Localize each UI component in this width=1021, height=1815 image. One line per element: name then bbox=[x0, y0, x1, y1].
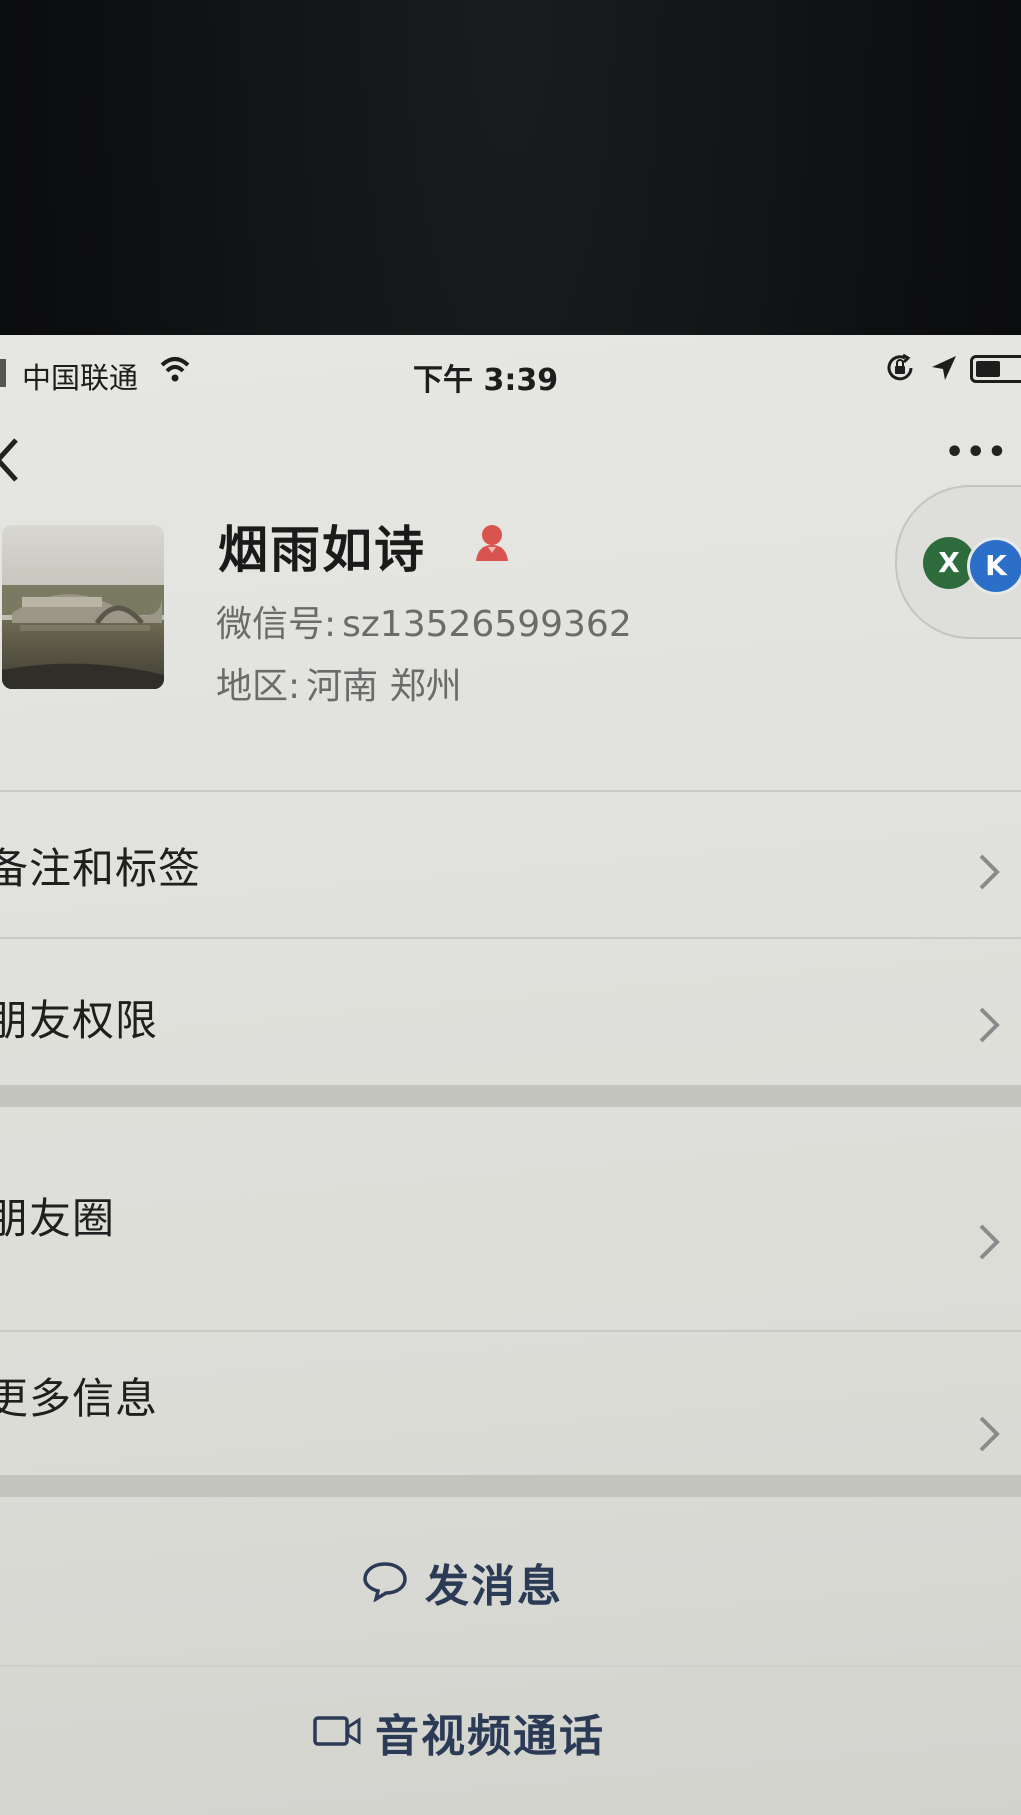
back-chevron-icon[interactable] bbox=[0, 430, 30, 490]
chip-k-icon: K bbox=[967, 537, 1021, 595]
chevron-right-icon bbox=[979, 854, 1000, 890]
divider bbox=[0, 1330, 1021, 1332]
section-gap bbox=[0, 1085, 1021, 1107]
wechat-id-label: 微信号: bbox=[216, 604, 337, 645]
chevron-right-icon bbox=[979, 1007, 1000, 1043]
region-line: 地区: 河南 郑州 bbox=[216, 657, 462, 709]
list-item-label: 朋友圈 bbox=[0, 1194, 116, 1243]
status-bar: 中国联通 下午 3:39 bbox=[0, 335, 1021, 405]
list-item-label: 备注和标签 bbox=[0, 844, 202, 893]
carrier-name: 中国联通 bbox=[22, 361, 139, 395]
wechat-id-line: 微信号: sz13526599362 bbox=[216, 595, 632, 647]
divider bbox=[0, 1665, 1021, 1667]
phone-screen: 中国联通 下午 3:39 ••• 烟雨如诗 微信号: sz13526599362… bbox=[0, 335, 1021, 1815]
divider bbox=[0, 937, 1021, 939]
av-call-label: 音视频通话 bbox=[375, 1711, 605, 1762]
list-item-label: 朋友权限 bbox=[0, 996, 159, 1045]
location-arrow-icon bbox=[932, 356, 956, 380]
battery-icon bbox=[970, 355, 1021, 383]
section-gap bbox=[0, 1475, 1021, 1497]
list-item-label: 更多信息 bbox=[0, 1374, 159, 1423]
chevron-right-icon bbox=[979, 1416, 1000, 1452]
chevron-right-icon bbox=[979, 1224, 1000, 1260]
wifi-icon bbox=[160, 357, 190, 382]
avatar-image bbox=[2, 525, 164, 689]
divider bbox=[0, 790, 1021, 792]
region-label: 地区: bbox=[216, 666, 301, 707]
signal-icon bbox=[0, 359, 6, 387]
video-camera-icon bbox=[313, 1716, 361, 1746]
wechat-id-value: sz13526599362 bbox=[342, 604, 632, 645]
rotation-lock-icon bbox=[887, 353, 913, 381]
floating-app-chip[interactable]: X K bbox=[895, 485, 1021, 639]
more-options-button[interactable]: ••• bbox=[945, 435, 1007, 470]
female-user-icon bbox=[476, 525, 508, 561]
avatar[interactable] bbox=[2, 525, 164, 689]
send-message-label: 发消息 bbox=[425, 1561, 563, 1612]
status-time: 下午 3:39 bbox=[413, 363, 559, 398]
chat-bubble-icon bbox=[363, 1562, 407, 1602]
region-value: 河南 郑州 bbox=[306, 666, 462, 707]
profile-name: 烟雨如诗 bbox=[218, 521, 426, 579]
